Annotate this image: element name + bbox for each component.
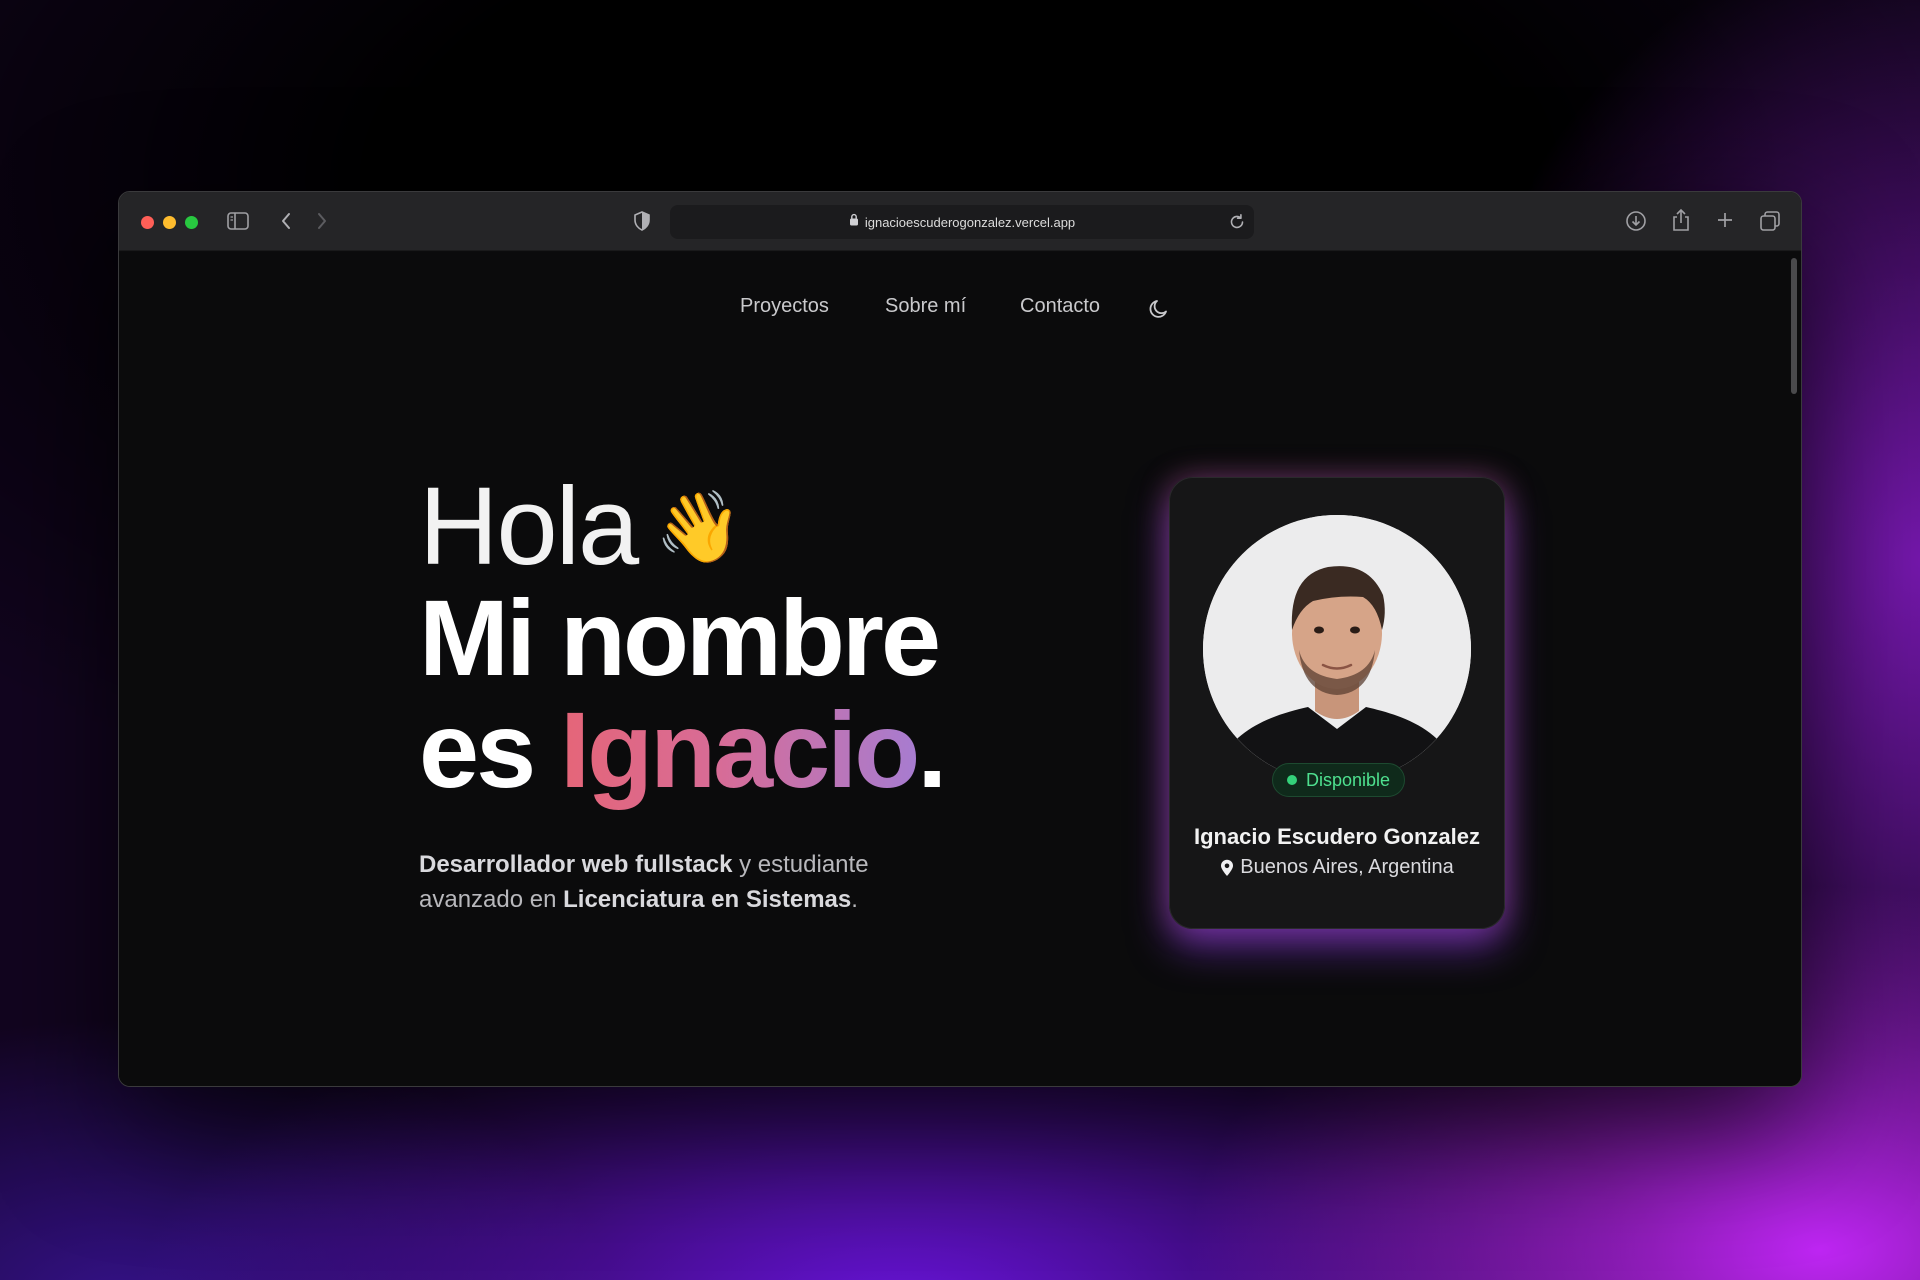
hero-line-1: Mi nombre bbox=[419, 577, 941, 698]
desc-degree: Licenciatura en Sistemas bbox=[563, 886, 852, 913]
scrollbar[interactable] bbox=[1791, 258, 1797, 394]
hero-description: Desarrollador web fullstack y estudiante… bbox=[419, 847, 959, 917]
url-text: ignacioescuderogonzalez.vercel.app bbox=[864, 214, 1076, 230]
hero-name: Ignacio bbox=[560, 689, 920, 810]
profile-card: Disponible Ignacio Escudero Gonzalez Bue… bbox=[1169, 477, 1505, 929]
sidebar-toggle-icon[interactable] bbox=[226, 210, 250, 232]
location-pin-icon bbox=[1220, 859, 1234, 877]
back-icon[interactable] bbox=[276, 210, 296, 232]
nav-item-proyectos[interactable]: Proyectos bbox=[740, 295, 829, 318]
minimize-window-button[interactable] bbox=[163, 216, 176, 229]
desc-role: Desarrollador web fullstack bbox=[419, 851, 733, 878]
nav-item-contacto[interactable]: Contacto bbox=[1020, 295, 1100, 318]
hero-period: . bbox=[917, 689, 947, 810]
hero-heading: Hola 👋 Mi nombre es Ignacio. bbox=[419, 465, 947, 806]
new-tab-icon[interactable] bbox=[1713, 208, 1737, 232]
close-window-button[interactable] bbox=[141, 216, 154, 229]
share-icon[interactable] bbox=[1668, 206, 1694, 234]
wave-emoji: 👋 bbox=[655, 488, 742, 566]
browser-window: ignacioescuderogonzalez.vercel.app Proye… bbox=[118, 191, 1802, 1087]
nav-item-sobre-mi[interactable]: Sobre mí bbox=[885, 295, 966, 318]
profile-location: Buenos Aires, Argentina bbox=[1170, 856, 1504, 879]
hero-line-2-prefix: es bbox=[419, 689, 561, 810]
greeting: Hola bbox=[419, 465, 639, 588]
profile-name: Ignacio Escudero Gonzalez bbox=[1193, 824, 1481, 849]
privacy-shield-icon[interactable] bbox=[631, 209, 653, 233]
site-nav: Proyectos Sobre mí Contacto bbox=[119, 295, 1801, 325]
downloads-icon[interactable] bbox=[1623, 208, 1649, 234]
dark-mode-toggle-icon[interactable] bbox=[1147, 297, 1171, 326]
hero-line-2: es Ignacio. bbox=[419, 694, 947, 806]
status-badge: Disponible bbox=[1272, 763, 1406, 797]
browser-toolbar: ignacioescuderogonzalez.vercel.app bbox=[119, 192, 1801, 251]
status-dot-icon bbox=[1287, 775, 1297, 785]
location-text: Buenos Aires, Argentina bbox=[1240, 856, 1454, 878]
lock-icon bbox=[849, 213, 859, 231]
reload-icon[interactable] bbox=[1228, 213, 1246, 236]
avatar bbox=[1203, 515, 1471, 783]
desc-text-2: . bbox=[851, 886, 858, 913]
maximize-window-button[interactable] bbox=[185, 216, 198, 229]
address-bar[interactable]: ignacioescuderogonzalez.vercel.app bbox=[670, 205, 1254, 239]
status-label: Disponible bbox=[1306, 769, 1391, 790]
web-page: Proyectos Sobre mí Contacto Hola 👋 Mi no… bbox=[119, 252, 1801, 1086]
forward-icon[interactable] bbox=[312, 210, 332, 232]
tab-overview-icon[interactable] bbox=[1757, 208, 1783, 234]
